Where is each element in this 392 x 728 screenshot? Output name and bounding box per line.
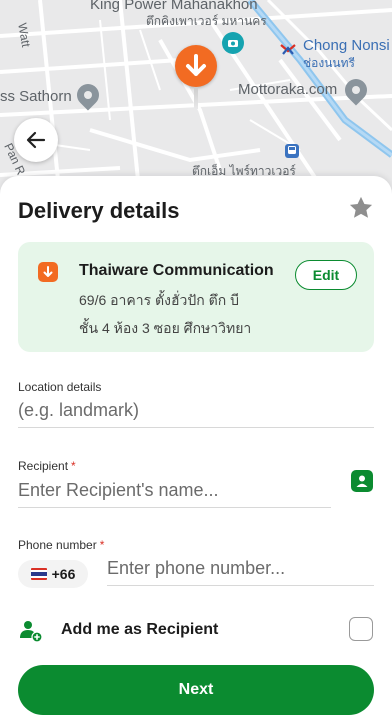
recipient-name-input[interactable]: Enter Recipient's name... (18, 480, 331, 508)
delivery-location-pin-icon[interactable] (175, 45, 217, 109)
map-label-chong-nonsi: Chong Nonsi (303, 37, 390, 54)
address-line-2: ชั้น 4 ห้อง 3 ซอย ศึกษาวิทยา (79, 320, 252, 336)
required-mark: * (71, 459, 76, 473)
add-person-icon (18, 618, 44, 644)
country-code-selector[interactable]: +66 (18, 560, 88, 588)
edit-address-button[interactable]: Edit (295, 260, 357, 290)
bts-station-icon (280, 42, 296, 56)
contact-book-icon[interactable] (351, 470, 373, 492)
map-label-mottoraka: Mottoraka.com (238, 81, 338, 98)
star-icon[interactable] (347, 194, 375, 222)
phone-number-input[interactable]: Enter phone number... (107, 558, 374, 586)
recipient-label-text: Recipient (18, 459, 69, 473)
delivery-details-sheet: Delivery details Thaiware Communication … (0, 176, 392, 728)
location-details-label: Location details (18, 380, 102, 394)
thailand-flag-icon (30, 568, 47, 580)
country-code: +66 (51, 566, 76, 582)
location-details-input[interactable]: (e.g. landmark) (18, 400, 374, 428)
address-card: Thaiware Communication 69/6 อาคาร ตั้งฮั… (18, 242, 374, 352)
map-label-king-power-th: ตึกคิงเพาเวอร์ มหานคร (146, 14, 267, 28)
address-line-1: 69/6 อาคาร ตั้งฮั่วปัก ตึก บี (79, 292, 239, 308)
arrow-left-icon (26, 131, 46, 149)
recipient-label: Recipient * (18, 459, 76, 473)
address-name: Thaiware Communication (79, 262, 274, 279)
back-button[interactable] (14, 118, 58, 162)
map-label-chong-nonsi-th: ช่องนนทรี (303, 56, 355, 70)
location-download-icon (38, 262, 58, 282)
phone-number-label-text: Phone number (18, 538, 97, 552)
camera-icon (222, 32, 244, 54)
phone-number-label: Phone number * (18, 538, 104, 552)
map-view[interactable]: King Power Mahanakhon ตึกคิงเพาเวอร์ มหา… (0, 0, 392, 200)
next-button[interactable]: Next (18, 665, 374, 715)
add-me-as-recipient-checkbox[interactable] (349, 617, 373, 641)
required-mark: * (99, 538, 105, 552)
page-title: Delivery details (18, 198, 180, 223)
map-label-sathorn: ss Sathorn (0, 88, 72, 105)
bus-stop-icon (285, 144, 299, 158)
add-me-as-recipient-label: Add me as Recipient (61, 621, 219, 638)
